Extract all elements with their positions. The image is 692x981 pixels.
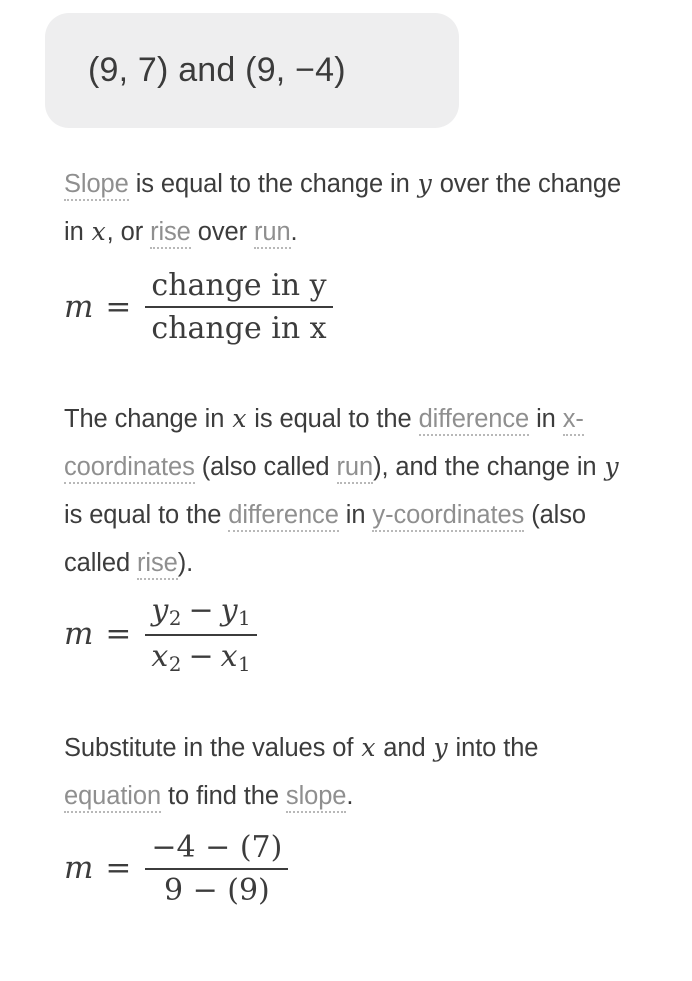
text-segment: into the [448, 733, 539, 762]
fraction-numerator: −4 − (7) [151, 829, 283, 865]
minus-operator: − [188, 592, 214, 628]
solution-steps: Slope is equal to the change in y over t… [64, 160, 664, 908]
text-segment: and [376, 733, 433, 762]
subscript: 2 [168, 607, 182, 631]
fraction: change in y change in x [145, 268, 333, 347]
text-segment: is equal to the [247, 404, 419, 433]
subscript: 1 [238, 607, 251, 631]
fraction-numerator: y2− y1 [145, 593, 256, 631]
step-2-paragraph: The change in x is equal to the differen… [64, 395, 634, 587]
fraction-bar [145, 633, 257, 636]
fraction: y2− y1 x2− x1 [145, 593, 257, 677]
text-segment: ). [177, 548, 194, 577]
term: x [220, 638, 238, 674]
link-run[interactable]: run [336, 452, 373, 484]
problem-statement-chip: (9, 7) and (9, −4) [45, 13, 459, 128]
fraction: −4 − (7) 9 − (9) [145, 829, 289, 909]
link-y-coordinates[interactable]: y-coordinates [372, 500, 524, 532]
text-segment: over [190, 218, 254, 246]
equals-sign: = [105, 288, 132, 325]
fraction-bar [145, 867, 289, 870]
link-equation[interactable]: equation [64, 781, 161, 813]
fraction-denominator: 9 − (9) [163, 872, 270, 908]
text-segment: in [529, 404, 563, 433]
subscript: 1 [238, 653, 251, 677]
formula-lhs: m [64, 616, 94, 653]
step-1-paragraph: Slope is equal to the change in y over t… [64, 160, 634, 256]
math-var-x: x [91, 217, 106, 246]
text-segment: is equal to the change in [128, 170, 417, 198]
text-segment: ), and the change in [373, 452, 604, 481]
formula-lhs: m [64, 850, 94, 887]
term: y [220, 592, 238, 628]
math-var-x: x [361, 732, 376, 762]
text-segment: to find the [161, 781, 286, 810]
text-segment: The change in [64, 404, 232, 433]
text-segment: is equal to the [64, 500, 229, 529]
equals-sign: = [105, 850, 132, 887]
fraction-denominator: change in x [151, 311, 327, 347]
text-segment: . [346, 781, 354, 810]
math-var-y: y [604, 451, 619, 481]
link-rise[interactable]: rise [137, 548, 178, 580]
solution-page: (9, 7) and (9, −4) Slope is equal to the… [0, 0, 692, 981]
formula-slope-symbols: m = y2− y1 x2− x1 [64, 593, 664, 677]
math-var-y: y [433, 732, 448, 762]
text-segment: (also called [194, 452, 337, 481]
link-slope[interactable]: slope [285, 781, 346, 813]
formula-slope-substituted: m = −4 − (7) 9 − (9) [64, 830, 664, 909]
link-run[interactable]: run [253, 218, 291, 249]
subscript: 2 [168, 653, 182, 677]
fraction-denominator: x2− x1 [145, 639, 256, 677]
link-difference[interactable]: difference [228, 500, 339, 532]
link-difference[interactable]: difference [418, 404, 529, 436]
step-3-paragraph: Substitute in the values of x and y into… [64, 724, 634, 820]
math-var-y: y [417, 169, 432, 198]
formula-slope-words: m = change in y change in x [64, 268, 664, 347]
link-slope[interactable]: Slope [64, 170, 129, 201]
text-segment: in [338, 500, 373, 529]
formula-lhs: m [64, 288, 94, 325]
text-segment: Substitute in the values of [64, 733, 361, 762]
problem-expression: (9, 7) and (9, −4) [88, 51, 346, 89]
fraction-bar [145, 306, 333, 309]
term: y [151, 592, 169, 628]
fraction-numerator: change in y [151, 268, 327, 303]
equals-sign: = [105, 616, 132, 653]
link-rise[interactable]: rise [150, 218, 191, 249]
minus-operator: − [188, 638, 214, 674]
math-var-x: x [232, 403, 247, 433]
text-segment: , or [106, 218, 151, 246]
text-segment: . [290, 218, 298, 246]
term: x [151, 638, 169, 674]
